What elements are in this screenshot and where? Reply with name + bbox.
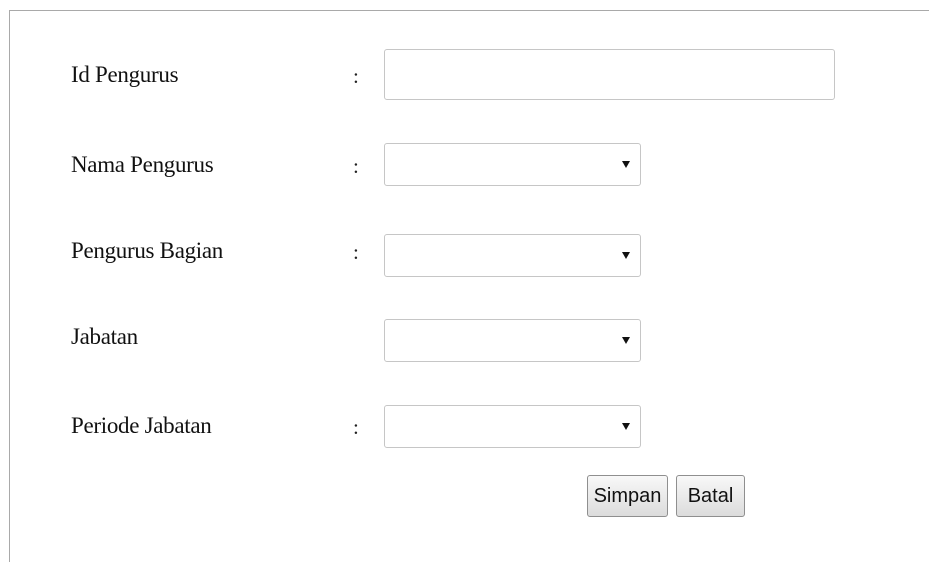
cancel-button[interactable]: Batal xyxy=(676,475,745,517)
pengurus-bagian-colon: : xyxy=(353,240,359,264)
pengurus-bagian-select[interactable] xyxy=(384,234,641,277)
chevron-down-icon xyxy=(622,252,630,259)
id-pengurus-input[interactable] xyxy=(384,49,835,100)
id-pengurus-label: Id Pengurus xyxy=(71,62,179,87)
nama-pengurus-colon: : xyxy=(353,154,359,178)
periode-jabatan-label: Periode Jabatan xyxy=(71,413,212,438)
jabatan-select[interactable] xyxy=(384,319,641,362)
chevron-down-icon xyxy=(622,423,630,430)
pengurus-bagian-label: Pengurus Bagian xyxy=(71,238,224,263)
nama-pengurus-label: Nama Pengurus xyxy=(71,152,214,177)
chevron-down-icon xyxy=(622,161,630,168)
periode-jabatan-select[interactable] xyxy=(384,405,641,448)
periode-jabatan-colon: : xyxy=(353,415,359,439)
chevron-down-icon xyxy=(622,337,630,344)
nama-pengurus-select[interactable] xyxy=(384,143,641,186)
save-button[interactable]: Simpan xyxy=(587,475,668,517)
id-pengurus-colon: : xyxy=(353,64,359,88)
jabatan-label: Jabatan xyxy=(71,324,138,349)
